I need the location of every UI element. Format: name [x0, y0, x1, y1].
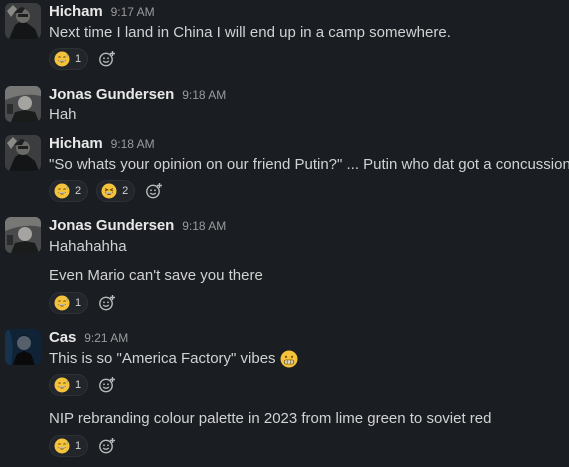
add-reaction-icon[interactable] — [96, 435, 118, 457]
reaction-count: 2 — [122, 185, 129, 197]
message-text: This is so "America Factory" vibes — [49, 350, 276, 367]
timestamp[interactable]: 9:21 AM — [84, 331, 128, 345]
timestamp[interactable]: 9:18 AM — [182, 88, 226, 102]
timestamp[interactable]: 9:18 AM — [182, 219, 226, 233]
grinning-sweat-emoji — [54, 295, 70, 311]
author-name[interactable]: Hicham — [49, 135, 103, 152]
reaction-bar: 1 — [49, 435, 118, 457]
message-text-row: This is so "America Factory" vibes — [49, 349, 298, 369]
reaction-pill[interactable]: 1 — [49, 48, 89, 70]
author-name[interactable]: Hicham — [49, 3, 103, 20]
reaction-count: 1 — [75, 297, 82, 309]
avatar[interactable] — [5, 3, 41, 39]
reaction-count: 1 — [75, 440, 82, 452]
avatar-jonas-image — [5, 86, 41, 122]
reaction-count: 2 — [75, 185, 82, 197]
message-text: Hahahahha — [49, 238, 127, 255]
reaction-pill[interactable]: 1 — [49, 374, 89, 396]
timestamp[interactable]: 9:18 AM — [111, 137, 155, 151]
avatar-hicham-image — [5, 3, 41, 39]
message-feed: Hicham 9:17 AM Next time I land in China… — [0, 0, 569, 467]
reaction-bar: 1 — [49, 374, 118, 396]
grinning-sweat-emoji — [54, 183, 70, 199]
laughing-emoji — [101, 183, 117, 199]
message-text: NIP rebranding colour palette in 2023 fr… — [49, 410, 492, 427]
reaction-count: 1 — [75, 379, 82, 391]
author-name[interactable]: Cas — [49, 329, 76, 346]
avatar-hicham-image — [5, 135, 41, 171]
reaction-count: 1 — [75, 53, 82, 65]
add-reaction-icon[interactable] — [96, 292, 118, 314]
reaction-pill[interactable]: 2 — [96, 180, 136, 202]
reaction-pill[interactable]: 2 — [49, 180, 89, 202]
reaction-pill[interactable]: 1 — [49, 435, 89, 457]
grinning-sweat-emoji — [54, 377, 70, 393]
reaction-bar: 2 2 — [49, 180, 165, 202]
add-reaction-icon[interactable] — [96, 374, 118, 396]
avatar-cas-image — [5, 329, 41, 365]
avatar[interactable] — [5, 135, 41, 171]
avatar[interactable] — [5, 217, 41, 253]
add-reaction-icon[interactable] — [143, 180, 165, 202]
avatar-jonas-image — [5, 217, 41, 253]
reaction-bar: 1 — [49, 292, 118, 314]
grimacing-emoji — [280, 350, 298, 368]
grinning-sweat-emoji — [54, 51, 70, 67]
author-name[interactable]: Jonas Gundersen — [49, 86, 174, 103]
avatar[interactable] — [5, 86, 41, 122]
grinning-sweat-emoji — [54, 438, 70, 454]
message-text: Hah — [49, 106, 77, 123]
message-text: "So whats your opinion on our friend Put… — [49, 156, 569, 173]
message-text: Even Mario can't save you there — [49, 267, 263, 284]
timestamp[interactable]: 9:17 AM — [111, 5, 155, 19]
author-name[interactable]: Jonas Gundersen — [49, 217, 174, 234]
add-reaction-icon[interactable] — [96, 48, 118, 70]
reaction-pill[interactable]: 1 — [49, 292, 89, 314]
avatar[interactable] — [5, 329, 41, 365]
reaction-bar: 1 — [49, 48, 118, 70]
message-text: Next time I land in China I will end up … — [49, 24, 451, 41]
